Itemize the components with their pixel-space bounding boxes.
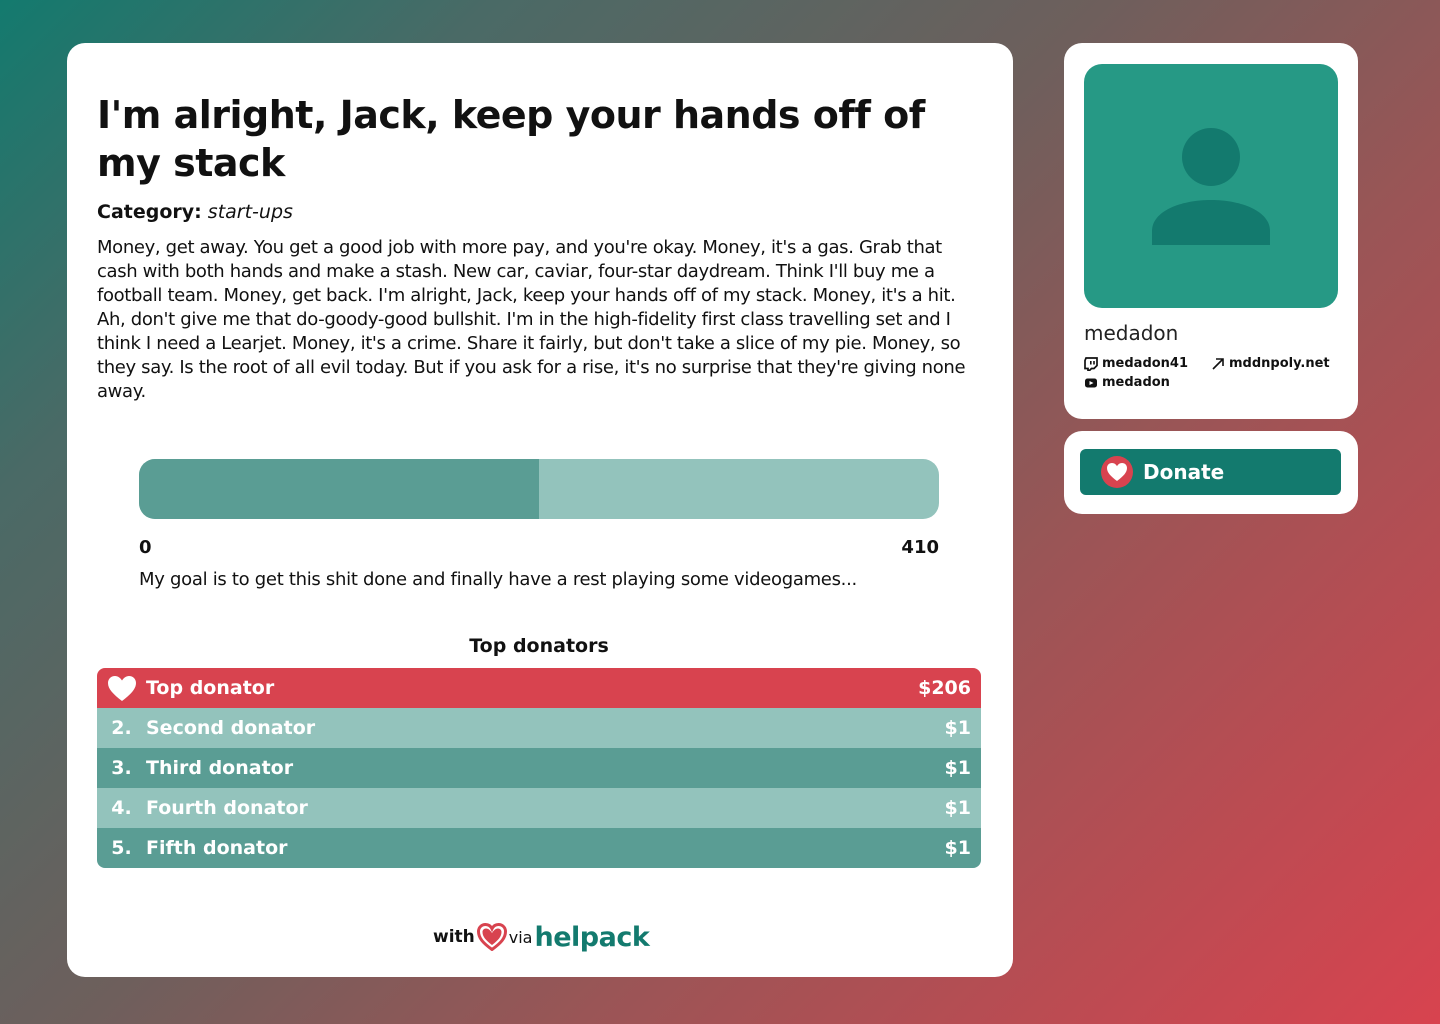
donate-card: Donate: [1064, 431, 1358, 514]
donator-name: Fifth donator: [146, 837, 288, 859]
progress-min: 0: [139, 537, 152, 558]
donator-row: 5. Fifth donator $1: [97, 828, 981, 868]
category-value[interactable]: start-ups: [208, 201, 293, 223]
brand-via: via: [508, 927, 533, 947]
donator-rank: 4.: [111, 797, 132, 819]
goal-text: My goal is to get this shit done and fin…: [139, 569, 857, 590]
donator-rank: 3.: [111, 757, 132, 779]
donator-name: Third donator: [146, 757, 294, 779]
twitch-handle: medadon41: [1102, 356, 1189, 371]
youtube-link[interactable]: medadon: [1084, 375, 1170, 390]
donator-rank: 2.: [111, 717, 132, 739]
progress-fill: [139, 459, 539, 519]
progress-bar: [139, 459, 939, 519]
website-url: mddnpoly.net: [1229, 356, 1330, 371]
brand-name: helpack: [534, 921, 650, 953]
donator-row: 3. Third donator $1: [97, 748, 981, 788]
donator-amount: $1: [944, 757, 971, 779]
heart-icon: [1101, 456, 1133, 488]
progress-max: 410: [901, 537, 939, 558]
donator-list: Top donator $206 2. Second donator $1 3. Thi…: [97, 668, 981, 868]
donator-row: 2. Second donator $1: [97, 708, 981, 748]
twitch-link[interactable]: medadon41: [1084, 356, 1188, 371]
profile-card: medadon medadon41 mddnpoly.net medadon: [1064, 43, 1358, 419]
heart-icon: [97, 675, 146, 702]
profile-username: medadon: [1084, 321, 1179, 345]
heart-icon: [476, 923, 507, 951]
twitch-icon: [1084, 356, 1098, 371]
campaign-card: I'm alright, Jack, keep your hands off o…: [67, 43, 1013, 977]
donator-amount: $1: [944, 797, 971, 819]
donator-amount: $1: [944, 837, 971, 859]
category-label: Category:: [97, 201, 202, 223]
top-donators-title: Top donators: [469, 635, 609, 657]
user-silhouette-icon: [1152, 128, 1270, 245]
avatar: [1084, 64, 1338, 308]
donator-amount: $206: [918, 677, 971, 699]
donator-rank: 5.: [111, 837, 132, 859]
campaign-description: Money, get away. You get a good job with…: [97, 237, 966, 402]
helpack-branding[interactable]: with via helpack: [433, 919, 650, 955]
donator-name: Second donator: [146, 717, 316, 739]
donate-label: Donate: [1143, 460, 1225, 484]
youtube-handle: medadon: [1102, 375, 1170, 390]
campaign-title: I'm alright, Jack, keep your hands off o…: [97, 93, 925, 185]
website-link[interactable]: mddnpoly.net: [1211, 356, 1330, 371]
donator-amount: $1: [944, 717, 971, 739]
donator-row-top: Top donator $206: [97, 668, 981, 708]
donator-row: 4. Fourth donator $1: [97, 788, 981, 828]
category-line: Category: start-ups: [97, 201, 293, 223]
donator-name: Fourth donator: [146, 797, 308, 819]
youtube-icon: [1085, 378, 1097, 387]
external-link-icon: [1212, 357, 1224, 370]
donate-button[interactable]: Donate: [1080, 449, 1341, 495]
donator-name: Top donator: [146, 677, 275, 699]
brand-with: with: [433, 927, 475, 947]
